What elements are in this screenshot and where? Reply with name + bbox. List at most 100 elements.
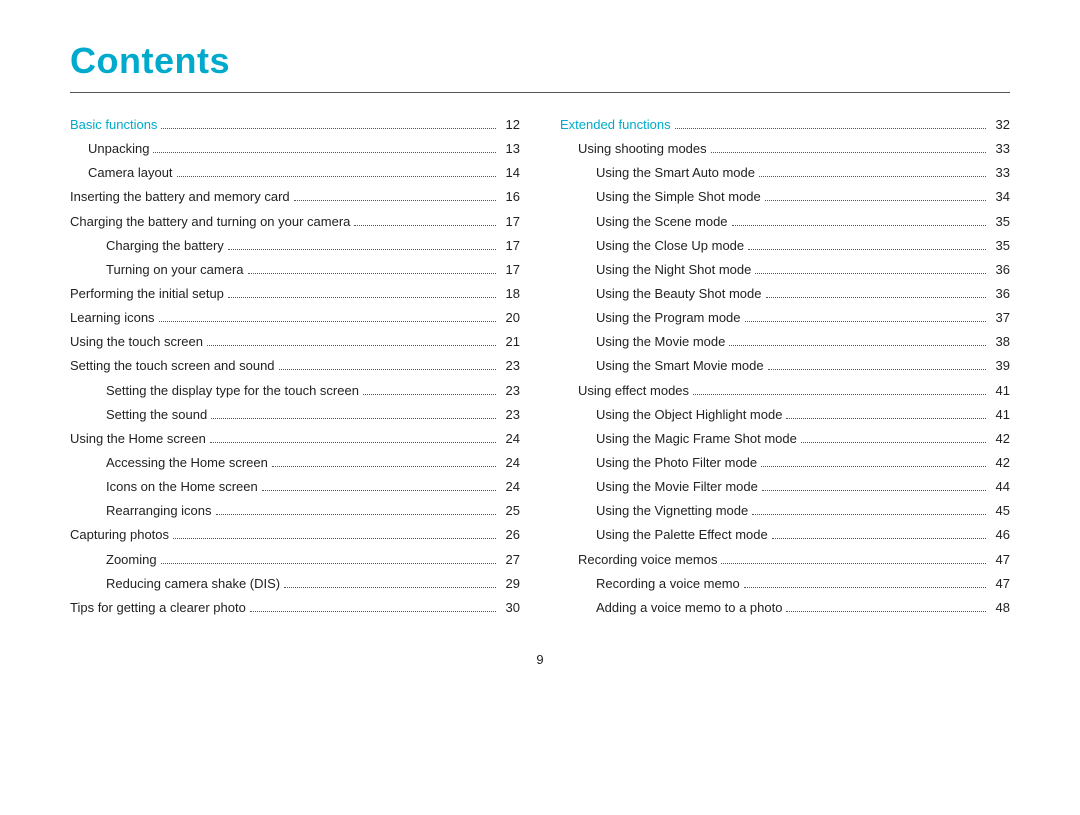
- toc-entry: Using the Photo Filter mode 42: [560, 453, 1010, 473]
- toc-entry: Setting the display type for the touch s…: [70, 381, 520, 401]
- dots: [161, 128, 496, 129]
- toc-entry: Using the touch screen 21: [70, 332, 520, 352]
- dots: [159, 321, 496, 322]
- page-ref: 16: [500, 187, 520, 207]
- entry-label: Turning on your camera: [70, 260, 244, 280]
- dots: [762, 490, 986, 491]
- toc-entry: Tips for getting a clearer photo30: [70, 598, 520, 618]
- toc-entry: Reducing camera shake (DIS) 29: [70, 574, 520, 594]
- toc-entry: Zooming27: [70, 550, 520, 570]
- entry-label: Using the Close Up mode: [560, 236, 744, 256]
- entry-label: Inserting the battery and memory card: [70, 187, 290, 207]
- page-ref: 39: [990, 356, 1010, 376]
- toc-entry: Charging the battery17: [70, 236, 520, 256]
- entry-label: Setting the sound: [70, 405, 207, 425]
- entry-label: Using the Home screen: [70, 429, 206, 449]
- page-ref: 35: [990, 212, 1010, 232]
- entry-label: Using the touch screen: [70, 332, 203, 352]
- toc-entry: Extended functions32: [560, 115, 1010, 135]
- toc-columns: Basic functions12Unpacking13Camera layou…: [70, 115, 1010, 622]
- page-ref: 23: [500, 356, 520, 376]
- toc-entry: Using the Magic Frame Shot mode42: [560, 429, 1010, 449]
- page-ref: 17: [500, 212, 520, 232]
- dots: [161, 563, 496, 564]
- dots: [761, 466, 986, 467]
- right-column: Extended functions32Using shooting modes…: [560, 115, 1010, 622]
- toc-entry: Icons on the Home screen24: [70, 477, 520, 497]
- page-ref: 12: [500, 115, 520, 135]
- entry-label: Using the Movie mode: [560, 332, 725, 352]
- dots: [786, 418, 986, 419]
- page-ref: 27: [500, 550, 520, 570]
- page-ref: 48: [990, 598, 1010, 618]
- dots: [294, 200, 496, 201]
- dots: [279, 369, 496, 370]
- page-ref: 36: [990, 260, 1010, 280]
- entry-label: Camera layout: [70, 163, 173, 183]
- toc-entry: Using the Home screen24: [70, 429, 520, 449]
- entry-label: Setting the display type for the touch s…: [70, 381, 359, 401]
- page-ref: 23: [500, 405, 520, 425]
- toc-entry: Using the Simple Shot mode34: [560, 187, 1010, 207]
- dots: [363, 394, 496, 395]
- toc-entry: Charging the battery and turning on your…: [70, 212, 520, 232]
- left-column: Basic functions12Unpacking13Camera layou…: [70, 115, 520, 622]
- dots: [216, 514, 496, 515]
- page-ref: 29: [500, 574, 520, 594]
- toc-entry: Performing the initial setup 18: [70, 284, 520, 304]
- entry-label: Charging the battery and turning on your…: [70, 212, 350, 232]
- toc-entry: Using the Program mode37: [560, 308, 1010, 328]
- page-ref: 42: [990, 453, 1010, 473]
- entry-label: Using the Photo Filter mode: [560, 453, 757, 473]
- toc-entry: Rearranging icons25: [70, 501, 520, 521]
- dots: [768, 369, 986, 370]
- page-ref: 33: [990, 139, 1010, 159]
- toc-entry: Inserting the battery and memory card 16: [70, 187, 520, 207]
- dots: [752, 514, 986, 515]
- dots: [765, 200, 986, 201]
- page-ref: 37: [990, 308, 1010, 328]
- dots: [248, 273, 496, 274]
- dots: [745, 321, 986, 322]
- page-ref: 18: [500, 284, 520, 304]
- section-label: Extended functions: [560, 115, 671, 135]
- entry-label: Using the Object Highlight mode: [560, 405, 782, 425]
- page-ref: 36: [990, 284, 1010, 304]
- page-footer: 9: [70, 652, 1010, 667]
- page-ref: 21: [500, 332, 520, 352]
- entry-label: Adding a voice memo to a photo: [560, 598, 782, 618]
- dots: [354, 225, 496, 226]
- page-ref: 38: [990, 332, 1010, 352]
- toc-entry: Basic functions12: [70, 115, 520, 135]
- dots: [744, 587, 986, 588]
- toc-entry: Recording voice memos47: [560, 550, 1010, 570]
- page-ref: 20: [500, 308, 520, 328]
- page-ref: 41: [990, 405, 1010, 425]
- page-ref: 33: [990, 163, 1010, 183]
- toc-entry: Capturing photos26: [70, 525, 520, 545]
- entry-label: Accessing the Home screen: [70, 453, 268, 473]
- dots: [262, 490, 496, 491]
- dots: [284, 587, 496, 588]
- page-ref: 17: [500, 236, 520, 256]
- entry-label: Tips for getting a clearer photo: [70, 598, 246, 618]
- entry-label: Using the Beauty Shot mode: [560, 284, 762, 304]
- entry-label: Performing the initial setup: [70, 284, 224, 304]
- entry-label: Using the Palette Effect mode: [560, 525, 768, 545]
- toc-entry: Using the Beauty Shot mode 36: [560, 284, 1010, 304]
- entry-label: Using effect modes: [560, 381, 689, 401]
- page-ref: 46: [990, 525, 1010, 545]
- page-ref: 23: [500, 381, 520, 401]
- entry-label: Using the Magic Frame Shot mode: [560, 429, 797, 449]
- toc-entry: Accessing the Home screen24: [70, 453, 520, 473]
- page-ref: 41: [990, 381, 1010, 401]
- toc-entry: Using the Movie mode 38: [560, 332, 1010, 352]
- entry-label: Unpacking: [70, 139, 149, 159]
- entry-label: Setting the touch screen and sound: [70, 356, 275, 376]
- entry-label: Reducing camera shake (DIS): [70, 574, 280, 594]
- toc-entry: Using effect modes 41: [560, 381, 1010, 401]
- dots: [766, 297, 987, 298]
- dots: [729, 345, 986, 346]
- entry-label: Using the Scene mode: [560, 212, 728, 232]
- dots: [210, 442, 496, 443]
